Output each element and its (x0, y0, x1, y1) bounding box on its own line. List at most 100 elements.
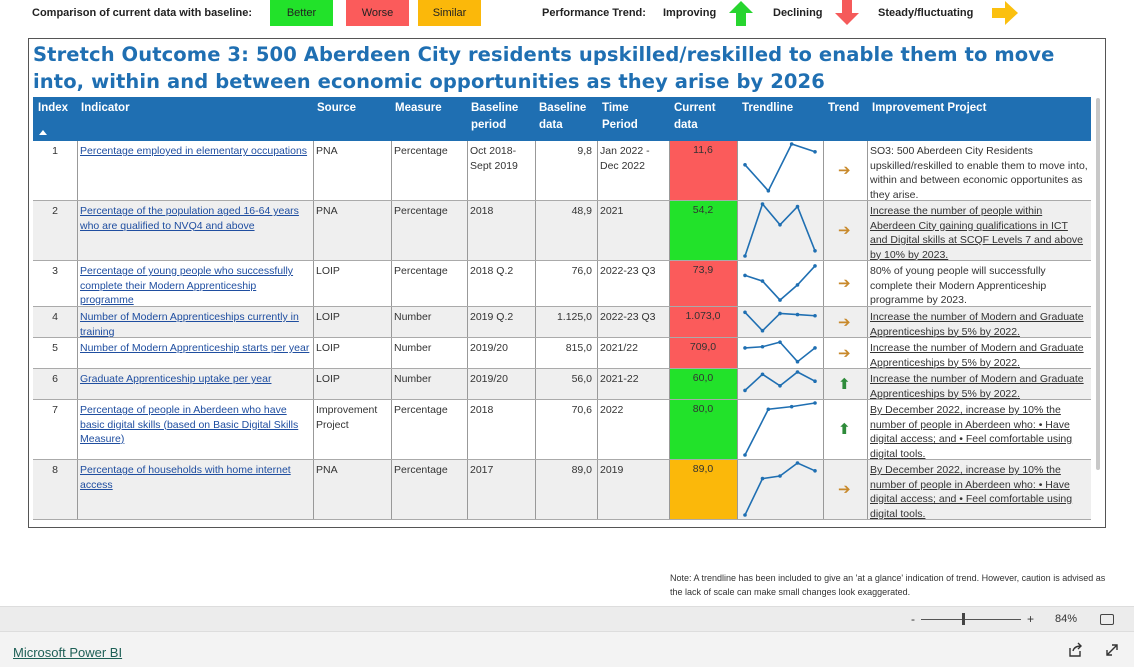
col-trend[interactable]: Trend (828, 100, 859, 117)
source-cell: LOIP (316, 265, 340, 277)
column-divider (823, 201, 824, 260)
power-bi-link[interactable]: Microsoft Power BI (13, 645, 122, 660)
column-divider (823, 141, 824, 200)
indicator-link[interactable]: Percentage of people in Aberdeen who hav… (80, 404, 298, 445)
row-index: 7 (52, 404, 58, 416)
col-source[interactable]: Source (317, 100, 356, 117)
column-divider (467, 261, 468, 306)
trendline-point (813, 401, 817, 405)
steady-trend-icon: ➔ (838, 222, 851, 239)
steady-trend-icon: ➔ (838, 481, 851, 498)
col-trendline[interactable]: Trendline (742, 100, 793, 117)
trendline-point (813, 150, 817, 154)
indicator-link[interactable]: Percentage of households with home inter… (80, 464, 291, 491)
trendline-point (795, 370, 800, 374)
measure-cell: Percentage (394, 464, 448, 476)
current-data-cell: 709,0 (669, 338, 737, 368)
worse-swatch: Worse (346, 0, 409, 26)
declining-label: Declining (773, 7, 823, 19)
column-divider (867, 460, 868, 519)
trendline-point (795, 312, 800, 317)
column-divider (867, 261, 868, 306)
trendline-point (743, 163, 747, 167)
improvement-project-cell: Increase the number of Modern and Gradua… (870, 373, 1084, 399)
footer-bar: Microsoft Power BI (0, 631, 1134, 667)
table-row[interactable]: 7 Percentage of people in Aberdeen who ha… (33, 400, 1091, 460)
column-divider (391, 400, 392, 459)
source-cell: LOIP (316, 373, 340, 385)
indicator-cell: Percentage of young people who successfu… (77, 261, 313, 306)
column-divider (77, 307, 78, 337)
improvement-project-cell: 80% of young people will successfully co… (870, 265, 1047, 306)
col-baseline-data[interactable]: Baseline data (539, 100, 595, 134)
trendline-sparkline (743, 340, 817, 364)
baseline-data-cell: 89,0 (571, 464, 592, 476)
current-data-cell: 11,6 (669, 141, 737, 200)
table-row[interactable]: 3 Percentage of young people who successf… (33, 261, 1091, 307)
table-row[interactable]: 4 Number of Modern Apprenticeships curren… (33, 307, 1091, 338)
trendline-point (813, 264, 817, 268)
zoom-in-button[interactable]: + (1027, 612, 1034, 626)
fullscreen-icon[interactable] (1104, 642, 1120, 658)
column-divider (867, 400, 868, 459)
column-divider (737, 460, 738, 519)
col-measure[interactable]: Measure (395, 100, 442, 117)
trendline-path (744, 265, 816, 302)
indicator-link[interactable]: Number of Modern Apprenticeships current… (80, 311, 299, 337)
fit-to-page-icon[interactable] (1100, 614, 1114, 625)
row-index: 5 (52, 342, 58, 354)
col-indicator[interactable]: Indicator (81, 100, 130, 117)
indicator-link[interactable]: Percentage of the population aged 16-64 … (80, 205, 299, 232)
column-divider (77, 261, 78, 306)
baseline-data-cell: 48,9 (571, 205, 592, 217)
indicator-link[interactable]: Percentage employed in elementary occupa… (80, 145, 307, 157)
col-current-data[interactable]: Current data (674, 100, 730, 134)
column-divider (597, 201, 598, 260)
column-divider (597, 460, 598, 519)
baseline-period-cell: Oct 2018- Sept 2019 (470, 145, 518, 172)
trendline-sparkline (743, 401, 817, 457)
current-data-cell: 60,0 (669, 369, 737, 399)
sort-ascending-icon[interactable] (39, 130, 47, 135)
column-divider (669, 141, 670, 200)
table-row[interactable]: 1 Percentage employed in elementary occup… (33, 141, 1091, 201)
column-divider (867, 369, 868, 399)
column-divider (867, 307, 868, 337)
column-divider (467, 369, 468, 399)
zoom-slider[interactable] (921, 619, 1021, 620)
trendline-point (813, 469, 817, 473)
table-row[interactable]: 2 Percentage of the population aged 16-64… (33, 201, 1091, 261)
baseline-period-cell: 2018 (470, 404, 494, 416)
col-improvement-project[interactable]: Improvement Project (872, 100, 986, 117)
col-time-period[interactable]: Time Period (602, 100, 646, 134)
col-baseline-period[interactable]: Baseline period (471, 100, 527, 134)
column-divider (597, 338, 598, 368)
baseline-period-cell: 2019/20 (470, 373, 508, 385)
column-divider (597, 369, 598, 399)
column-divider (391, 307, 392, 337)
trendline-point (813, 313, 817, 318)
zoom-out-button[interactable]: - (911, 612, 915, 626)
trendline-point (778, 340, 782, 344)
trendline-point (760, 372, 765, 377)
indicator-link[interactable]: Number of Modern Apprenticeship starts p… (80, 342, 309, 354)
share-icon[interactable] (1067, 642, 1083, 658)
time-period-cell: Jan 2022 - Dec 2022 (600, 145, 650, 172)
trendline-point (766, 407, 771, 412)
column-divider (669, 369, 670, 399)
zoom-slider-thumb[interactable] (962, 613, 965, 625)
indicator-link[interactable]: Percentage of young people who successfu… (80, 265, 293, 306)
table-vertical-scrollbar[interactable] (1096, 98, 1100, 470)
table-row[interactable]: 5 Number of Modern Apprenticeship starts … (33, 338, 1091, 369)
column-divider (669, 261, 670, 306)
column-divider (669, 338, 670, 368)
source-cell: PNA (316, 205, 338, 217)
time-period-cell: 2022-23 Q3 (600, 265, 656, 277)
table-row[interactable]: 6 Graduate Apprenticeship uptake per year… (33, 369, 1091, 400)
indicator-link[interactable]: Graduate Apprenticeship uptake per year (80, 373, 271, 385)
indicator-cell: Number of Modern Apprenticeships current… (77, 307, 313, 337)
column-divider (535, 201, 536, 260)
col-index[interactable]: Index (38, 100, 68, 117)
table-row[interactable]: 8 Percentage of households with home inte… (33, 460, 1091, 520)
trendline-path (744, 402, 816, 456)
